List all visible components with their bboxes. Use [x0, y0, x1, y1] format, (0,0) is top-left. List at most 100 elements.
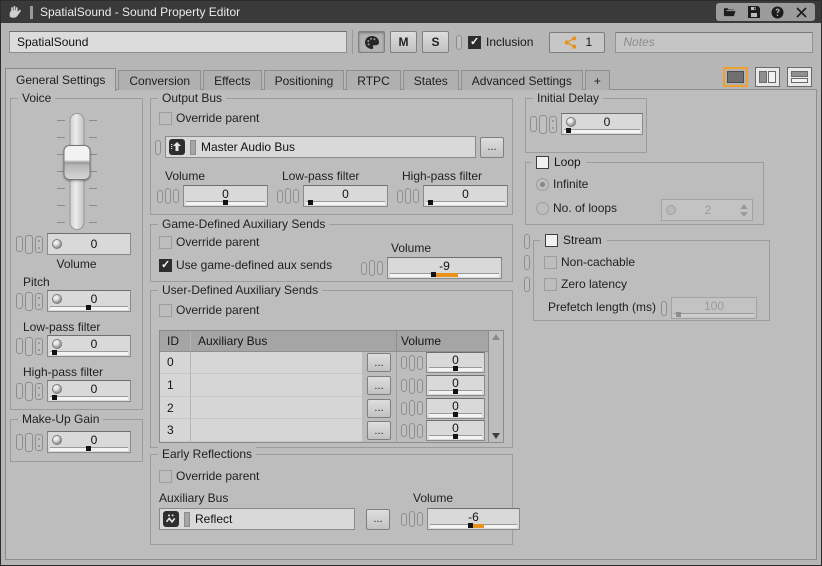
slider-marker[interactable] [468, 523, 473, 528]
inclusion-link-indicator[interactable] [456, 35, 462, 50]
aux-send-volume-field[interactable]: 0 [426, 352, 485, 373]
mini-slider[interactable] [674, 313, 754, 317]
property-indicators[interactable] [157, 188, 179, 204]
er-volume-field[interactable]: -6 [427, 508, 520, 530]
link-indicator[interactable] [155, 140, 161, 155]
voice-volume-field[interactable]: 0 [47, 233, 131, 255]
property-indicators[interactable] [401, 511, 423, 527]
property-indicators[interactable] [361, 260, 383, 276]
add-tab-button[interactable]: + [585, 70, 610, 90]
property-indicators[interactable] [530, 115, 557, 134]
voice-hpf-field[interactable]: 0 [47, 380, 131, 402]
slider-marker[interactable] [453, 434, 458, 439]
voice-volume-fader[interactable] [51, 113, 103, 230]
open-icon[interactable] [723, 6, 736, 19]
mini-slider[interactable] [429, 435, 482, 439]
titlebar[interactable]: SpatialSound - Sound Property Editor [1, 1, 821, 23]
slider-marker[interactable] [52, 395, 57, 400]
randomizer-icon[interactable] [52, 435, 62, 445]
property-indicators[interactable] [16, 292, 43, 311]
table-row[interactable]: 1 ... 0 [160, 374, 488, 397]
aux-send-volume-field[interactable]: 0 [426, 398, 485, 419]
property-indicators[interactable] [401, 378, 423, 394]
layout-split-horizontal-button[interactable] [787, 67, 812, 87]
property-indicators[interactable] [16, 337, 43, 356]
game-aux-volume-field[interactable]: -9 [387, 257, 502, 279]
link-indicator[interactable] [524, 255, 530, 270]
property-indicators[interactable] [16, 433, 43, 452]
output-lpf-field[interactable]: 0 [303, 185, 388, 207]
tab-advanced-settings[interactable]: Advanced Settings [461, 70, 583, 90]
mini-slider[interactable] [50, 351, 128, 355]
slider-marker[interactable] [566, 128, 571, 133]
slider-marker[interactable] [86, 305, 91, 310]
override-parent-checkbox[interactable] [159, 304, 172, 317]
row-aux-bus[interactable] [190, 419, 362, 442]
tab-positioning[interactable]: Positioning [264, 70, 345, 90]
table-row[interactable]: 2 ... 0 [160, 397, 488, 420]
spinner-arrows[interactable] [740, 204, 748, 217]
aux-bus-browse-button[interactable]: ... [367, 421, 391, 440]
spin-up-icon[interactable] [740, 204, 748, 209]
inclusion-checkbox[interactable] [468, 36, 481, 49]
mini-slider[interactable] [50, 396, 128, 400]
loop-count-spinner[interactable]: 2 [661, 199, 753, 221]
color-button[interactable] [358, 31, 385, 53]
property-indicators[interactable] [401, 423, 423, 439]
randomizer-icon[interactable] [52, 294, 62, 304]
voice-pitch-field[interactable]: 0 [47, 290, 131, 312]
tab-conversion[interactable]: Conversion [118, 70, 201, 90]
slider-marker[interactable] [676, 312, 681, 317]
infinite-radio[interactable] [536, 178, 549, 191]
aux-send-volume-field[interactable]: 0 [426, 375, 485, 396]
slider-marker[interactable] [453, 389, 458, 394]
output-bus-selector[interactable]: Master Audio Bus [165, 136, 476, 158]
mini-slider[interactable] [429, 390, 482, 394]
property-indicators[interactable] [401, 400, 423, 416]
help-icon[interactable] [771, 6, 784, 19]
randomizer-icon[interactable] [666, 205, 676, 215]
scroll-up-icon[interactable] [492, 334, 500, 340]
override-parent-checkbox[interactable] [159, 236, 172, 249]
mini-slider[interactable] [430, 524, 517, 528]
output-hpf-field[interactable]: 0 [423, 185, 508, 207]
spin-down-icon[interactable] [740, 212, 748, 217]
stream-checkbox[interactable] [545, 234, 558, 247]
aux-send-volume-field[interactable]: 0 [426, 420, 485, 441]
layout-split-vertical-button[interactable] [755, 67, 780, 87]
scroll-down-icon[interactable] [492, 433, 500, 439]
mini-slider[interactable] [426, 201, 505, 205]
randomizer-icon[interactable] [52, 384, 62, 394]
link-indicator[interactable] [661, 301, 667, 316]
no-of-loops-radio[interactable] [536, 202, 549, 215]
property-indicators[interactable] [401, 355, 423, 371]
mini-slider[interactable] [429, 367, 482, 371]
row-aux-bus[interactable] [190, 397, 362, 420]
er-bus-browse-button[interactable]: ... [366, 509, 390, 530]
save-icon[interactable] [747, 6, 760, 19]
output-bus-browse-button[interactable]: ... [480, 137, 504, 158]
solo-button[interactable]: S [422, 31, 449, 53]
slider-marker[interactable] [308, 200, 313, 205]
mini-slider[interactable] [306, 201, 385, 205]
property-indicators[interactable] [16, 382, 43, 401]
slider-marker[interactable] [428, 200, 433, 205]
override-parent-checkbox[interactable] [159, 470, 172, 483]
slider-marker[interactable] [453, 366, 458, 371]
non-cachable-checkbox[interactable] [544, 256, 557, 269]
loop-checkbox[interactable] [536, 156, 549, 169]
mini-slider[interactable] [564, 129, 640, 133]
object-name-input[interactable] [9, 31, 347, 53]
references-button[interactable]: 1 [549, 32, 605, 53]
tab-effects[interactable]: Effects [203, 70, 261, 90]
row-aux-bus[interactable] [190, 374, 362, 397]
slider-marker[interactable] [453, 412, 458, 417]
output-volume-field[interactable]: 0 [183, 185, 268, 207]
tab-rtpc[interactable]: RTPC [346, 70, 400, 90]
tab-general-settings[interactable]: General Settings [5, 68, 116, 91]
slider-marker[interactable] [431, 272, 436, 277]
table-row[interactable]: 0 ... 0 [160, 352, 488, 375]
aux-bus-browse-button[interactable]: ... [367, 353, 391, 372]
slider-marker[interactable] [223, 200, 228, 205]
voice-lpf-field[interactable]: 0 [47, 335, 131, 357]
